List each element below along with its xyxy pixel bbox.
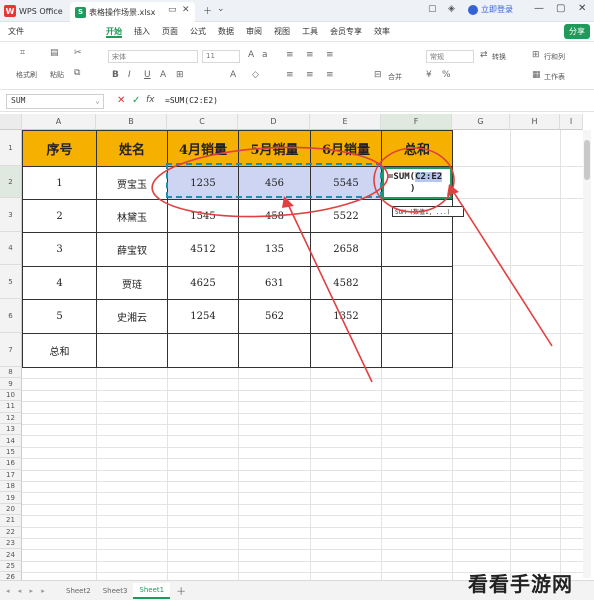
vertical-scrollbar[interactable] bbox=[583, 130, 591, 578]
annotation-ellipse-formula bbox=[373, 147, 455, 213]
sheet-tab-sheet3[interactable]: Sheet3 bbox=[97, 584, 134, 598]
add-sheet-button[interactable]: ＋ bbox=[170, 583, 192, 598]
sheet-tab-sheet2[interactable]: Sheet2 bbox=[60, 584, 97, 598]
annotation-arrow-shaft-1 bbox=[285, 199, 373, 383]
annotation-arrow-shaft-2 bbox=[450, 187, 553, 347]
annotation-arrowhead-1 bbox=[282, 196, 294, 208]
sheet-nav-arrows[interactable]: ◂ ◂ ▸ ▸ bbox=[0, 587, 60, 595]
sheet-tab-sheet1[interactable]: Sheet1 bbox=[133, 582, 171, 599]
watermark: 看看手游网 bbox=[468, 572, 573, 596]
annotation-overlay bbox=[151, 146, 553, 383]
scrollbar-thumb[interactable] bbox=[584, 140, 590, 180]
annotation-ellipse-range bbox=[151, 146, 389, 218]
